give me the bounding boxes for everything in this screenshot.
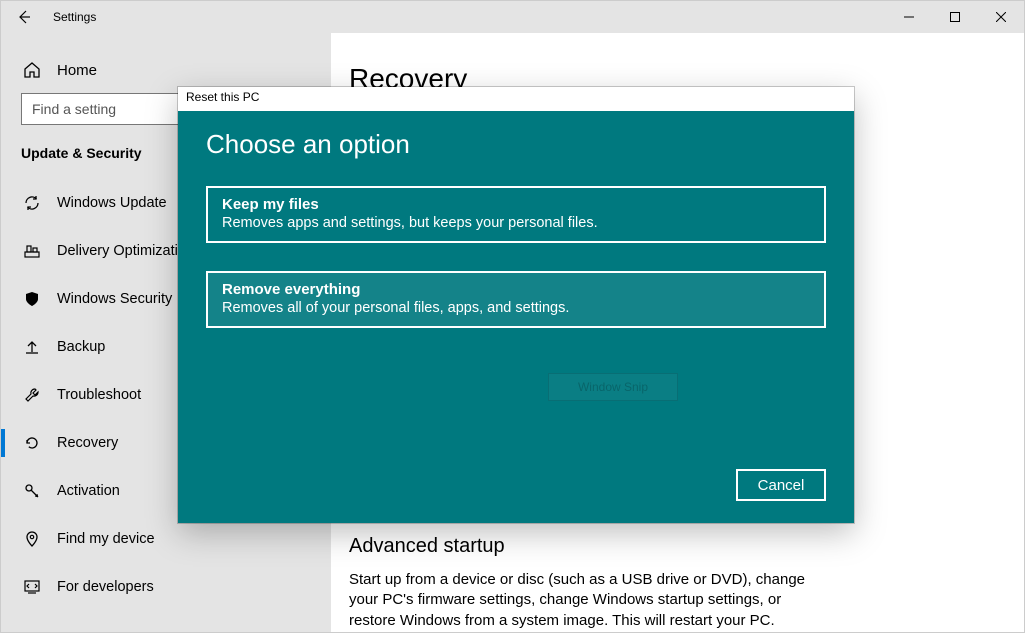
dialog-heading: Choose an option <box>206 129 826 160</box>
app-title: Settings <box>53 10 96 24</box>
delivery-icon <box>21 242 43 260</box>
home-label: Home <box>57 62 97 79</box>
home-icon <box>21 61 43 79</box>
sidebar-item-label: Delivery Optimization <box>57 243 194 259</box>
window-snip-ghost: Window Snip <box>548 373 678 401</box>
minimize-button[interactable] <box>886 1 932 33</box>
advanced-startup-section: Advanced startup Start up from a device … <box>349 535 984 631</box>
option-title: Keep my files <box>222 196 810 213</box>
sidebar-item-label: Windows Security <box>57 291 172 307</box>
reset-pc-dialog: Reset this PC Choose an option Keep my f… <box>178 87 854 523</box>
developer-icon <box>21 578 43 596</box>
sidebar-item-for-developers[interactable]: For developers <box>1 563 331 611</box>
location-icon <box>21 530 43 548</box>
sidebar-item-label: Find my device <box>57 531 155 547</box>
option-title: Remove everything <box>222 281 810 298</box>
sidebar-item-label: Activation <box>57 483 120 499</box>
cancel-button[interactable]: Cancel <box>736 469 826 501</box>
close-icon <box>996 12 1006 22</box>
arrow-left-icon <box>16 9 32 25</box>
minimize-icon <box>904 12 914 22</box>
titlebar: Settings <box>1 1 1024 33</box>
shield-icon <box>21 290 43 308</box>
maximize-button[interactable] <box>932 1 978 33</box>
advanced-startup-heading: Advanced startup <box>349 535 984 558</box>
maximize-icon <box>950 12 960 22</box>
key-icon <box>21 482 43 500</box>
sidebar-item-label: Recovery <box>57 435 118 451</box>
sync-icon <box>21 194 43 212</box>
close-button[interactable] <box>978 1 1024 33</box>
sidebar-item-label: For developers <box>57 579 154 595</box>
option-desc: Removes all of your personal files, apps… <box>222 300 810 316</box>
sidebar-item-label: Backup <box>57 339 105 355</box>
option-keep-my-files[interactable]: Keep my files Removes apps and settings,… <box>206 186 826 243</box>
sidebar-item-label: Windows Update <box>57 195 167 211</box>
option-remove-everything[interactable]: Remove everything Removes all of your pe… <box>206 271 826 328</box>
wrench-icon <box>21 386 43 404</box>
backup-icon <box>21 338 43 356</box>
option-desc: Removes apps and settings, but keeps you… <box>222 215 810 231</box>
back-button[interactable] <box>1 1 47 33</box>
recovery-icon <box>21 434 43 452</box>
advanced-startup-body: Start up from a device or disc (such as … <box>349 570 809 631</box>
dialog-title: Reset this PC <box>178 87 854 111</box>
sidebar-item-label: Troubleshoot <box>57 387 141 403</box>
